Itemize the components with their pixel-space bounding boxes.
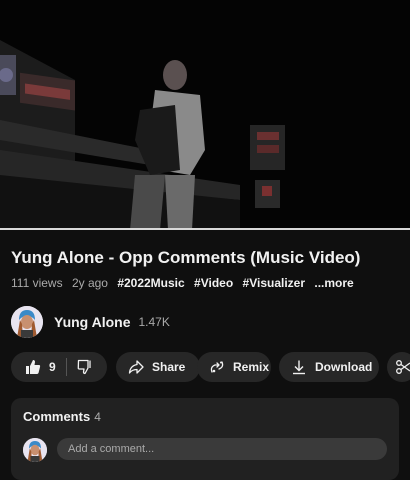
progress-fill [0, 228, 410, 230]
thumbs-up-icon [26, 360, 41, 374]
clip-button[interactable] [387, 352, 410, 382]
more-link[interactable]: ...more [314, 276, 353, 290]
comments-count: 4 [94, 410, 101, 424]
comments-panel[interactable]: Comments 4 Add a comment... [11, 398, 399, 480]
comments-title: Comments [23, 409, 91, 424]
hashtag[interactable]: #2022Music [117, 276, 184, 290]
download-button[interactable]: Download [279, 352, 379, 382]
comments-header: Comments 4 [23, 409, 101, 424]
action-bar: 9 Share Remix Download [11, 352, 410, 382]
add-comment-input[interactable]: Add a comment... [57, 438, 387, 460]
dislike-button[interactable] [67, 352, 107, 382]
hashtag[interactable]: #Visualizer [243, 276, 305, 290]
download-icon [293, 360, 305, 375]
thumbs-down-icon [77, 359, 91, 375]
remix-button[interactable]: Remix [197, 352, 271, 382]
channel-avatar[interactable] [11, 306, 43, 338]
remix-label: Remix [233, 360, 270, 374]
share-icon [128, 360, 144, 374]
like-count: 9 [49, 360, 56, 374]
hashtag[interactable]: #Video [194, 276, 233, 290]
video-player[interactable] [0, 0, 410, 230]
video-meta[interactable]: 111 views 2y ago #2022Music #Video #Visu… [11, 276, 354, 290]
user-avatar [23, 438, 47, 462]
progress-bar[interactable] [0, 228, 410, 230]
like-dislike-group: 9 [11, 352, 107, 382]
video-frame [0, 0, 410, 230]
channel-name[interactable]: Yung Alone [54, 314, 130, 330]
remix-icon [210, 361, 224, 373]
download-label: Download [315, 360, 373, 374]
scissors-icon [396, 360, 410, 374]
subscriber-count: 1.47K [138, 315, 170, 329]
channel-row[interactable]: Yung Alone 1.47K [11, 305, 170, 339]
share-label: Share [152, 360, 186, 374]
share-button[interactable]: Share [116, 352, 200, 382]
view-count: 111 views [11, 276, 63, 290]
like-button[interactable]: 9 [11, 352, 66, 382]
upload-age: 2y ago [71, 276, 108, 290]
video-title: Yung Alone - Opp Comments (Music Video) [11, 248, 361, 267]
